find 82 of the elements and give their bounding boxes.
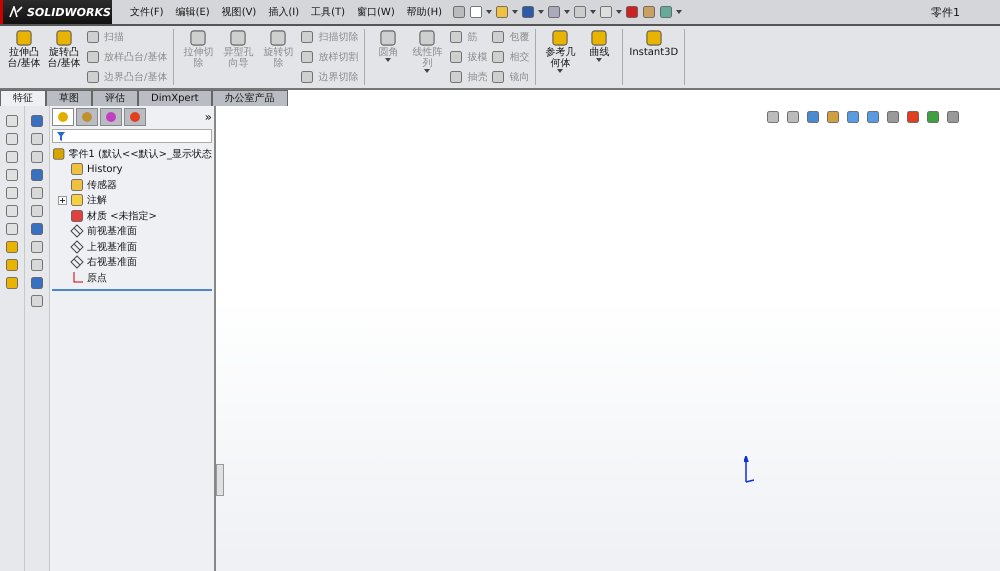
view-tool-icon	[886, 110, 900, 124]
menu-item[interactable]: 文件(F)	[124, 5, 170, 19]
tool-icon	[418, 29, 436, 47]
ribbon-button[interactable]: 旋转凸台/基体	[46, 29, 82, 85]
panel-tab-icon	[129, 111, 141, 123]
plane-icon	[70, 224, 84, 238]
tool-icon	[86, 50, 100, 64]
ribbon-button[interactable]: 参考几何体	[542, 29, 578, 85]
tool-icon	[189, 29, 208, 47]
view-tool-icon	[906, 110, 920, 124]
tool-icon	[15, 29, 33, 47]
menu-item[interactable]: 视图(V)	[216, 5, 262, 19]
expand-button[interactable]: »	[204, 110, 212, 124]
expand-toggle-icon[interactable]	[58, 196, 67, 205]
view-tool-icon	[786, 110, 800, 124]
tool-icon	[449, 70, 464, 84]
caret-icon[interactable]	[676, 10, 682, 14]
tool-icon	[491, 50, 506, 64]
caret-icon[interactable]	[590, 10, 596, 14]
menu-item[interactable]: 窗口(W)	[351, 5, 401, 19]
filter-icon	[57, 132, 65, 140]
ribbon-tab[interactable]: 办公室产品	[212, 90, 288, 106]
tool-icon	[491, 30, 506, 44]
caret-icon[interactable]	[564, 10, 570, 14]
ribbon-tab[interactable]: DimXpert	[138, 90, 212, 106]
menu-item[interactable]: 帮助(H)	[400, 5, 448, 19]
splitter-handle[interactable]	[216, 464, 224, 496]
tree-item[interactable]: 零件1 (默认<<默认>_显示状态	[52, 146, 212, 162]
tool-icon	[86, 70, 100, 84]
caret-icon[interactable]	[512, 10, 518, 14]
view-tool-icon	[946, 110, 960, 124]
tree-item[interactable]: 注解	[87, 193, 107, 208]
panel-tab-icon	[81, 111, 93, 123]
tool-icon	[644, 29, 663, 47]
tool-icon	[379, 29, 398, 47]
menu-item[interactable]: 插入(I)	[262, 5, 306, 19]
panel-tab-icon	[57, 111, 69, 123]
tree-item[interactable]: 前视基准面	[87, 224, 137, 238]
tool-icon	[491, 70, 506, 84]
tree-item[interactable]: History	[87, 164, 123, 175]
ribbon-tab[interactable]: 评估	[92, 90, 138, 106]
tree-item[interactable]: 传感器	[87, 178, 117, 192]
tool-icon	[449, 50, 464, 64]
ribbon-tab[interactable]: 草图	[46, 90, 92, 106]
tree-item[interactable]: 右视基准面	[87, 255, 137, 270]
panel-tab[interactable]	[52, 108, 74, 126]
tool-icon	[300, 70, 314, 84]
caret-icon[interactable]	[486, 10, 492, 14]
panel-tab-icon	[105, 111, 117, 123]
view-tool-icon	[926, 110, 940, 124]
menu-item[interactable]: 工具(T)	[305, 5, 352, 19]
document-title: 零件1	[931, 4, 960, 20]
tool-icon	[55, 29, 73, 47]
view-tool-icon	[866, 110, 880, 124]
tool-icon	[269, 29, 288, 47]
view-tool-icon	[826, 110, 840, 124]
tool-icon	[229, 29, 248, 47]
view-tool-icon	[766, 110, 780, 124]
menu-item[interactable]: 编辑(E)	[170, 5, 216, 19]
tool-icon	[590, 29, 608, 47]
caret-icon[interactable]	[596, 58, 602, 62]
tool-icon	[86, 30, 100, 44]
app-logo: SOLIDWORKS	[0, 0, 112, 24]
ribbon-tab[interactable]: 特征	[0, 90, 46, 106]
caret-icon[interactable]	[557, 69, 564, 73]
caret-icon[interactable]	[616, 10, 622, 14]
tool-icon	[300, 30, 314, 44]
filter-field[interactable]	[52, 129, 212, 143]
tool-icon	[300, 50, 314, 64]
caret-icon[interactable]	[538, 10, 544, 14]
view-tool-icon	[846, 110, 860, 124]
tool-icon	[551, 29, 570, 47]
plane-icon	[70, 240, 84, 254]
ribbon-button[interactable]: Instant3D	[629, 29, 678, 85]
ribbon-button[interactable]: 曲线	[582, 29, 616, 85]
tree-item[interactable]: 原点	[87, 270, 107, 285]
plane-icon	[70, 255, 84, 270]
ribbon-button[interactable]: 拉伸凸台/基体	[6, 29, 42, 85]
tree-item[interactable]: 上视基准面	[87, 240, 137, 254]
tree-item[interactable]: 材质 <未指定>	[87, 208, 157, 223]
view-tool-icon	[806, 110, 820, 124]
tool-icon	[449, 30, 464, 44]
